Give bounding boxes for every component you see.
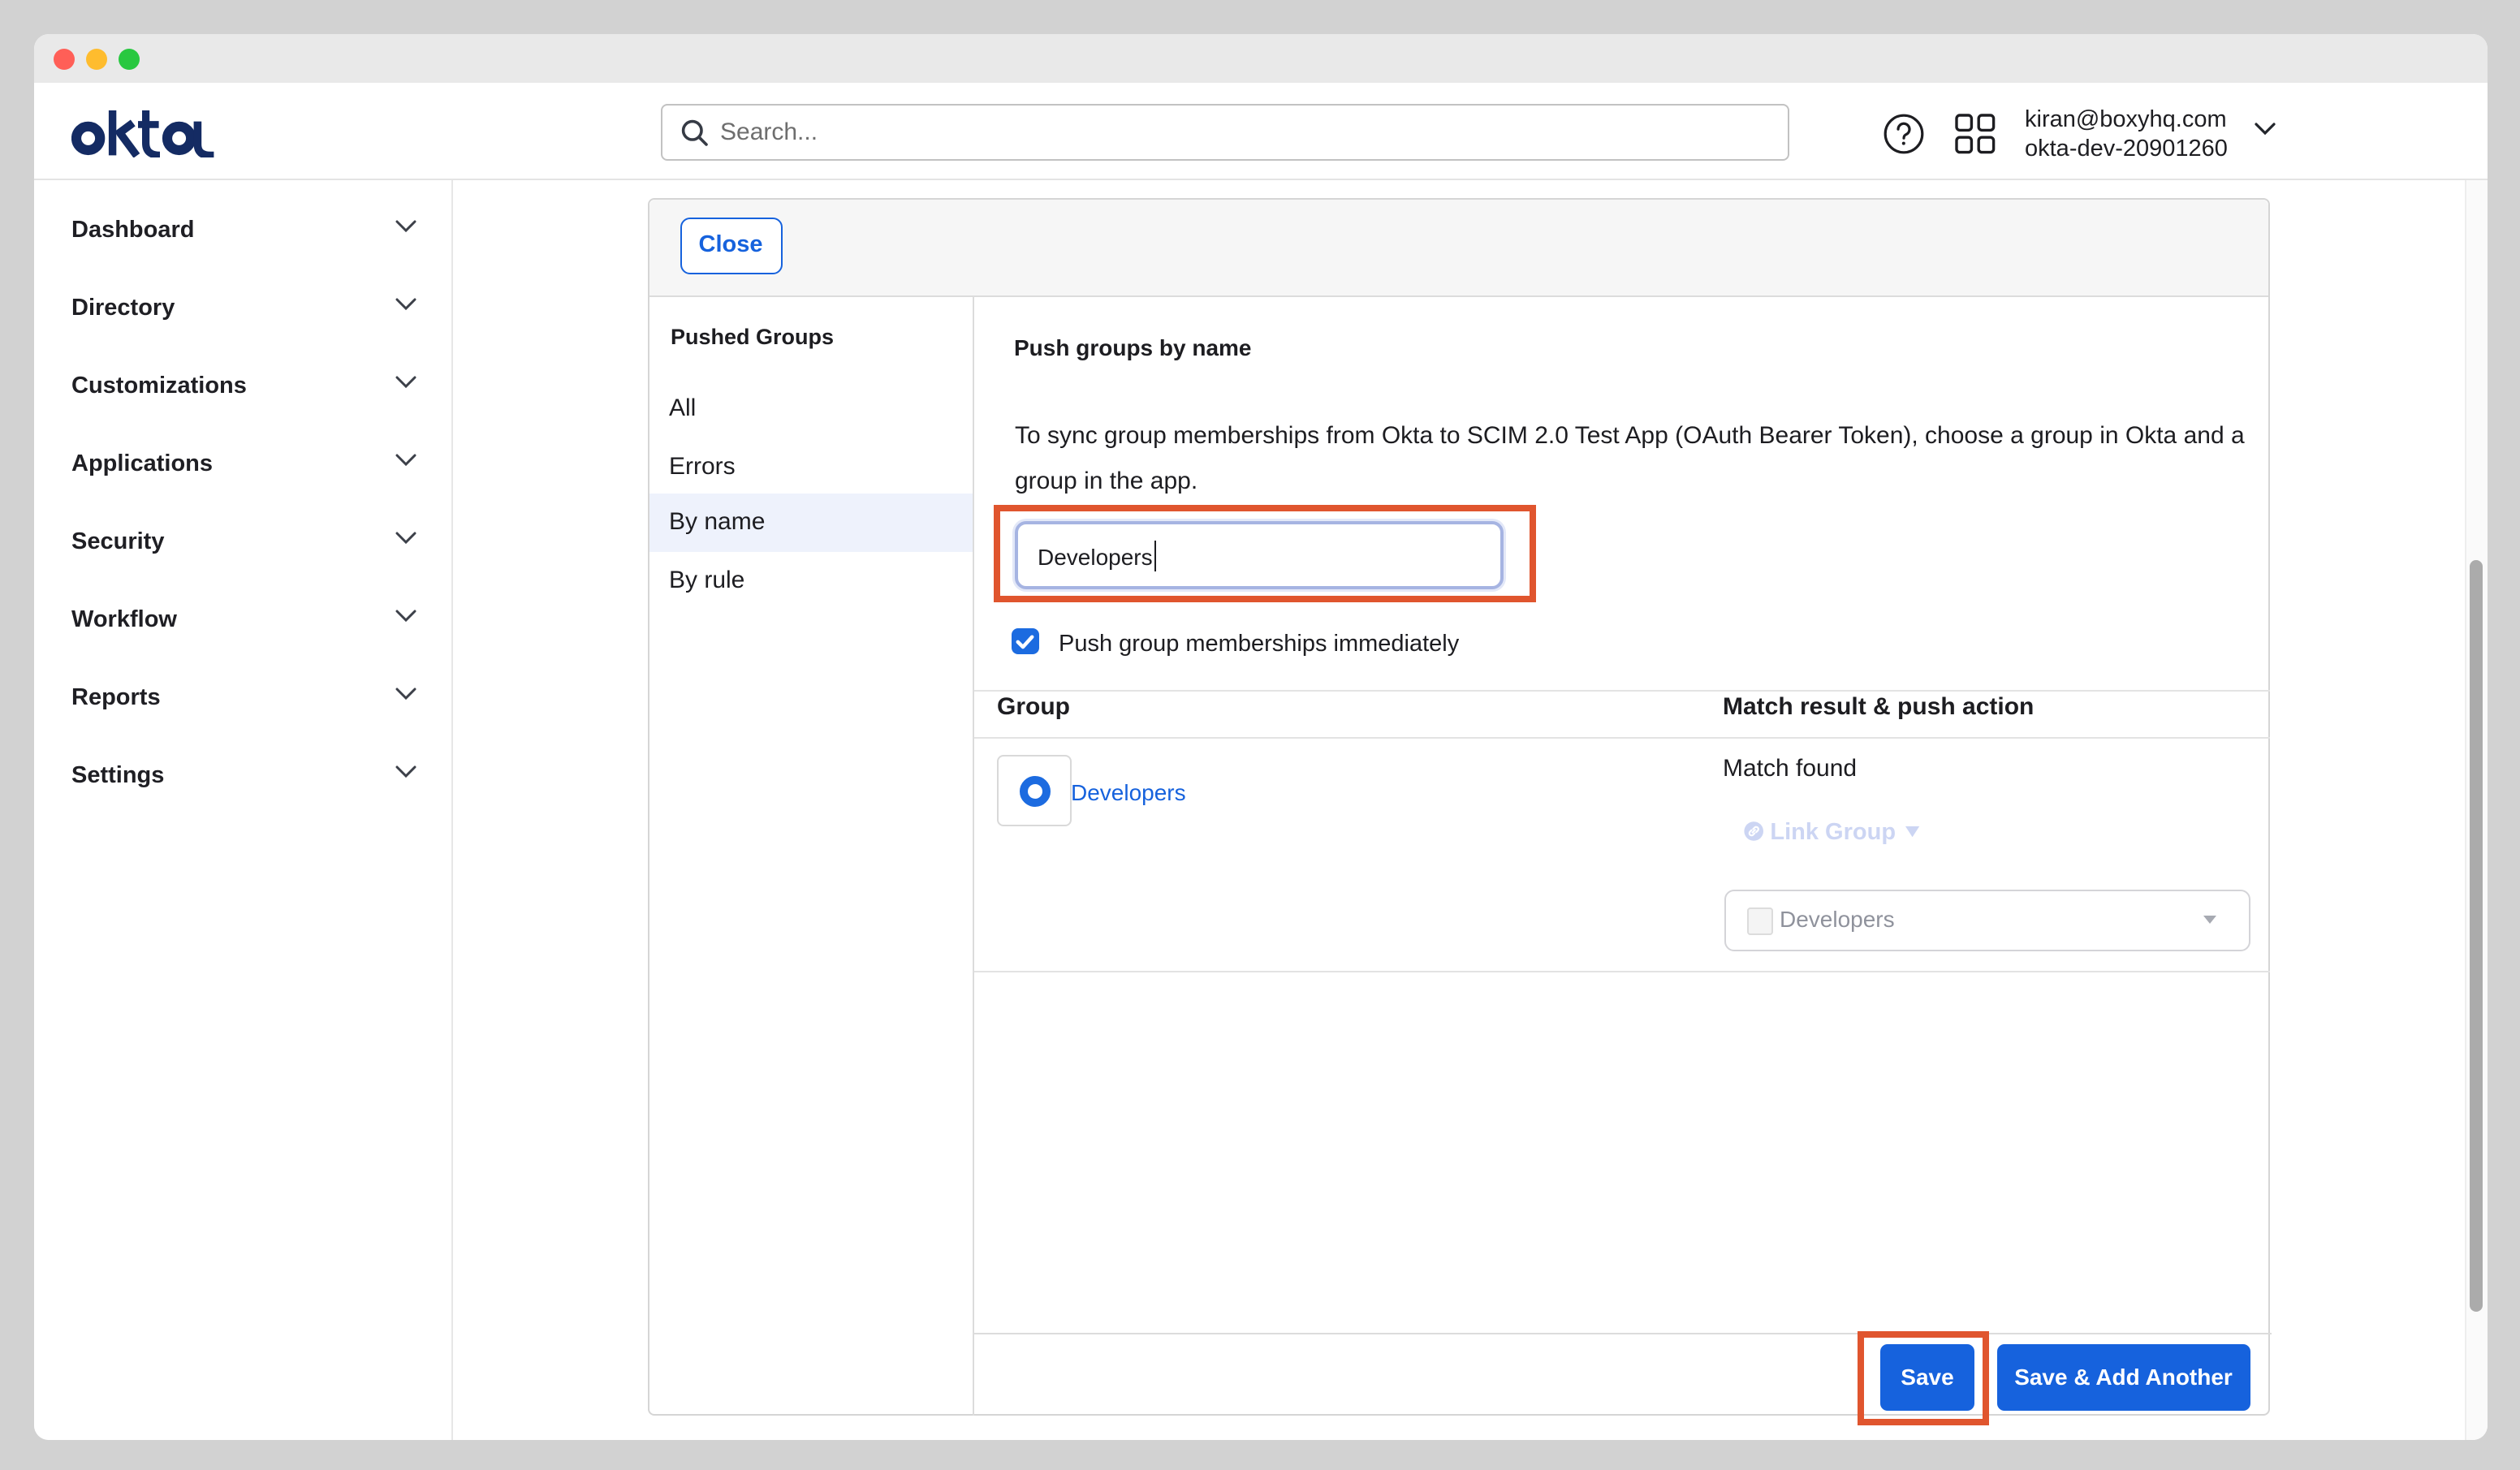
svg-text:Link Group: Link Group [1769, 818, 1895, 844]
